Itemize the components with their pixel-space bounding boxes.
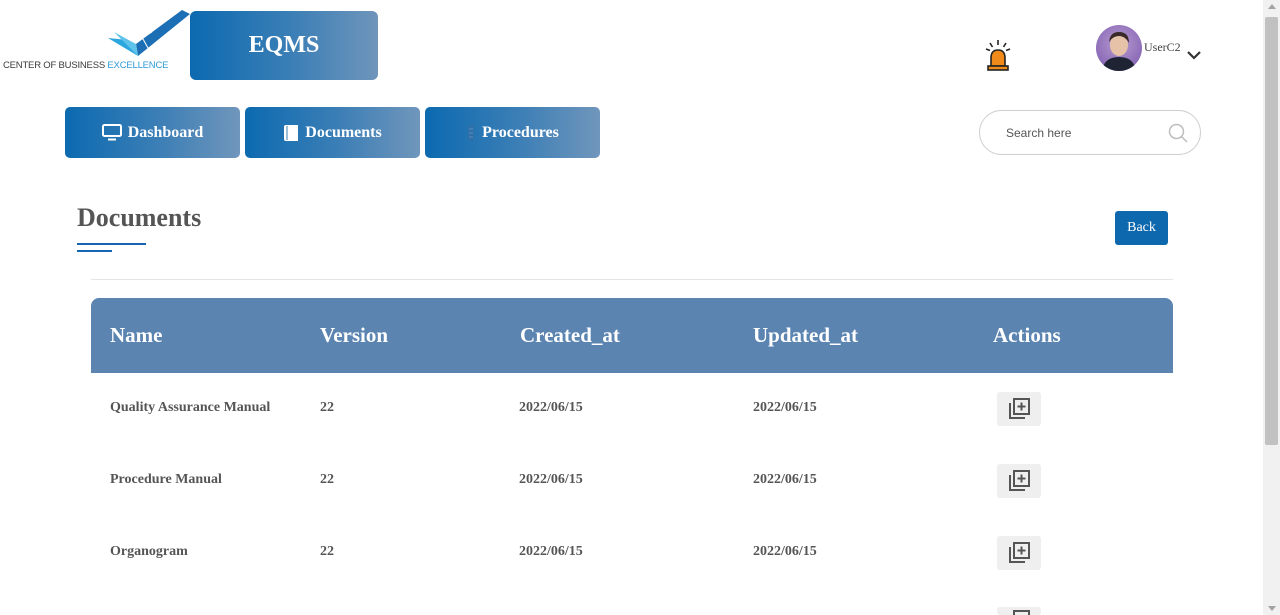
- scrollbar-thumb[interactable]: [1265, 17, 1278, 445]
- cell-updated-at: 2022/06/15: [753, 400, 817, 415]
- cell-updated-at: 2022/06/15: [753, 472, 817, 487]
- search-input[interactable]: [1006, 123, 1156, 143]
- cell-version: 22: [320, 544, 334, 559]
- company-logo: CENTER OF BUSINESS EXCELLENCE: [0, 8, 190, 74]
- nav-dashboard-label: Dashboard: [127, 123, 204, 141]
- cell-name: Quality Assurance Manual: [110, 400, 271, 415]
- user-avatar[interactable]: [1096, 25, 1142, 71]
- column-header-version: Version: [320, 323, 389, 347]
- logo-text: CENTER OF BUSINESS EXCELLENCE: [3, 60, 169, 71]
- cell-created-at: 2022/06/15: [519, 400, 583, 415]
- cell-version: 22: [320, 472, 334, 487]
- section-divider: [91, 279, 1173, 280]
- search-box[interactable]: [979, 110, 1201, 155]
- nav-procedures-button[interactable]: Procedures: [425, 107, 600, 158]
- page-title: Documents: [77, 203, 202, 232]
- vertical-scrollbar[interactable]: [1263, 0, 1280, 615]
- alarm-siren-icon[interactable]: [984, 40, 1012, 72]
- cell-updated-at: 2022/06/15: [753, 544, 817, 559]
- monitor-icon: [101, 124, 122, 141]
- procedures-icon: [466, 124, 476, 142]
- app-name-badge: EQMS: [190, 11, 378, 80]
- cell-created-at: 2022/06/15: [519, 544, 583, 559]
- library-add-icon: [1013, 610, 1030, 615]
- cell-created-at: 2022/06/15: [519, 472, 583, 487]
- add-action-button[interactable]: [997, 607, 1041, 615]
- library-add-icon: [1009, 398, 1030, 419]
- cell-version: 22: [320, 400, 334, 415]
- back-button[interactable]: Back: [1115, 211, 1168, 245]
- add-action-button[interactable]: [997, 392, 1041, 426]
- library-add-icon: [1009, 542, 1030, 563]
- column-header-name: Name: [110, 323, 163, 347]
- library-add-icon: [1009, 470, 1030, 491]
- add-action-button[interactable]: [997, 536, 1041, 570]
- nav-procedures-label: Procedures: [482, 123, 559, 141]
- cell-name: Procedure Manual: [110, 472, 222, 487]
- title-underline-short: [77, 250, 112, 252]
- cell-name: Organogram: [110, 544, 188, 559]
- nav-documents-button[interactable]: Documents: [245, 107, 420, 158]
- title-underline: [77, 243, 146, 245]
- add-action-button[interactable]: [997, 464, 1041, 498]
- logo-mark-icon: [108, 10, 190, 56]
- search-icon[interactable]: [1168, 123, 1188, 148]
- table-header: Name Version Created_at Updated_at Actio…: [91, 298, 1173, 373]
- chevron-down-icon[interactable]: [1186, 48, 1202, 60]
- scroll-down-arrow-icon[interactable]: [1268, 606, 1276, 611]
- column-header-actions: Actions: [993, 323, 1061, 347]
- book-icon: [283, 124, 299, 142]
- nav-dashboard-button[interactable]: Dashboard: [65, 107, 240, 158]
- column-header-updated: Updated_at: [753, 323, 859, 347]
- column-header-created: Created_at: [520, 323, 620, 347]
- scroll-up-arrow-icon[interactable]: [1268, 4, 1276, 9]
- username-label[interactable]: UserC2: [1144, 40, 1181, 55]
- nav-documents-label: Documents: [305, 123, 382, 141]
